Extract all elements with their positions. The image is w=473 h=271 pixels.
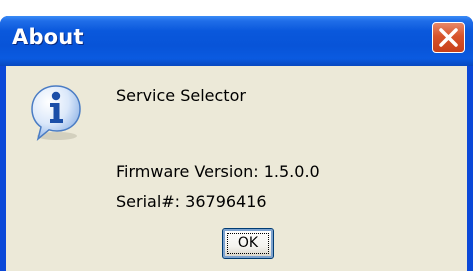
window-title: About xyxy=(12,25,84,49)
info-icon xyxy=(31,85,81,142)
close-button[interactable] xyxy=(432,22,465,53)
close-icon xyxy=(439,28,458,47)
dialog-body: Service Selector Firmware Version: 1.5.0… xyxy=(6,66,467,271)
serial-number-text: Serial#: 36796416 xyxy=(116,192,267,211)
title-bar[interactable]: About xyxy=(0,16,473,66)
about-dialog: About Service Selector Firmware Version:… xyxy=(0,16,473,271)
app-name-text: Service Selector xyxy=(116,86,246,105)
firmware-version-text: Firmware Version: 1.5.0.0 xyxy=(116,162,320,181)
ok-button[interactable]: OK xyxy=(222,228,274,259)
ok-button-label: OK xyxy=(237,235,259,251)
